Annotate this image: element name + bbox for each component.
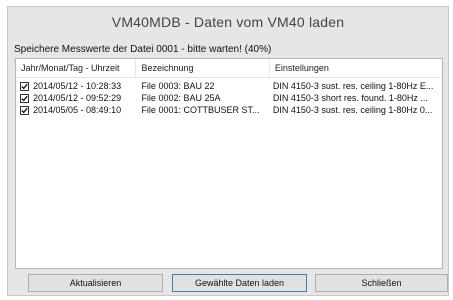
settings-cell: DIN 4150-3 sust. res. ceiling 1-80Hz 0..… [272, 105, 433, 115]
list-rows: 2014/05/12 - 10:28:33 File 0003: BAU 22 … [16, 80, 442, 116]
datetime-cell: 2014/05/12 - 10:28:33 [16, 80, 136, 92]
column-header-settings[interactable]: Einstellungen [270, 59, 442, 77]
name-cell: File 0002: BAU 25A [141, 93, 221, 103]
row-checkbox[interactable] [20, 105, 29, 115]
settings-cell: DIN 4150-3 short res. found. 1-80Hz ... [272, 93, 428, 103]
status-text: Speichere Messwerte der Datei 0001 - bit… [14, 44, 272, 55]
window-title: VM40MDB - Daten vom VM40 laden [111, 14, 345, 30]
datetime-cell: 2014/05/12 - 09:52:29 [16, 92, 136, 104]
table-row[interactable]: 2014/05/05 - 08:49:10 File 0001: COTTBUS… [16, 104, 442, 116]
checkmark-icon [21, 83, 28, 89]
close-button[interactable]: Schließen [315, 274, 448, 292]
row-checkbox[interactable] [20, 93, 29, 103]
table-row[interactable]: 2014/05/12 - 09:52:29 File 0002: BAU 25A… [16, 92, 442, 104]
checkmark-icon [21, 107, 28, 113]
datetime-cell: 2014/05/05 - 08:49:10 [16, 104, 136, 116]
settings-cell: DIN 4150-3 sust. res. ceiling 1-80Hz E..… [272, 81, 434, 91]
load-selected-button[interactable]: Gewählte Daten laden [172, 274, 307, 292]
name-cell: File 0003: BAU 22 [141, 81, 215, 91]
file-list[interactable]: Jahr/Monat/Tag - Uhrzeit Bezeichnung Ein… [15, 58, 443, 269]
name-cell: File 0001: COTTBUSER ST... [141, 105, 260, 115]
column-header-datetime[interactable]: Jahr/Monat/Tag - Uhrzeit [16, 59, 137, 77]
column-header-name[interactable]: Bezeichnung [136, 59, 270, 77]
checkmark-icon [21, 95, 28, 101]
datetime-text: 2014/05/12 - 09:52:29 [33, 93, 122, 103]
refresh-button[interactable]: Aktualisieren [28, 274, 163, 292]
list-header: Jahr/Monat/Tag - Uhrzeit Bezeichnung Ein… [16, 59, 442, 78]
table-row[interactable]: 2014/05/12 - 10:28:33 File 0003: BAU 22 … [16, 80, 442, 92]
datetime-text: 2014/05/12 - 10:28:33 [33, 81, 122, 91]
dialog-window: VM40MDB - Daten vom VM40 laden Speichere… [7, 6, 449, 296]
row-checkbox[interactable] [20, 81, 29, 91]
button-bar: Aktualisieren Gewählte Daten laden Schli… [28, 274, 448, 292]
datetime-text: 2014/05/05 - 08:49:10 [33, 105, 122, 115]
